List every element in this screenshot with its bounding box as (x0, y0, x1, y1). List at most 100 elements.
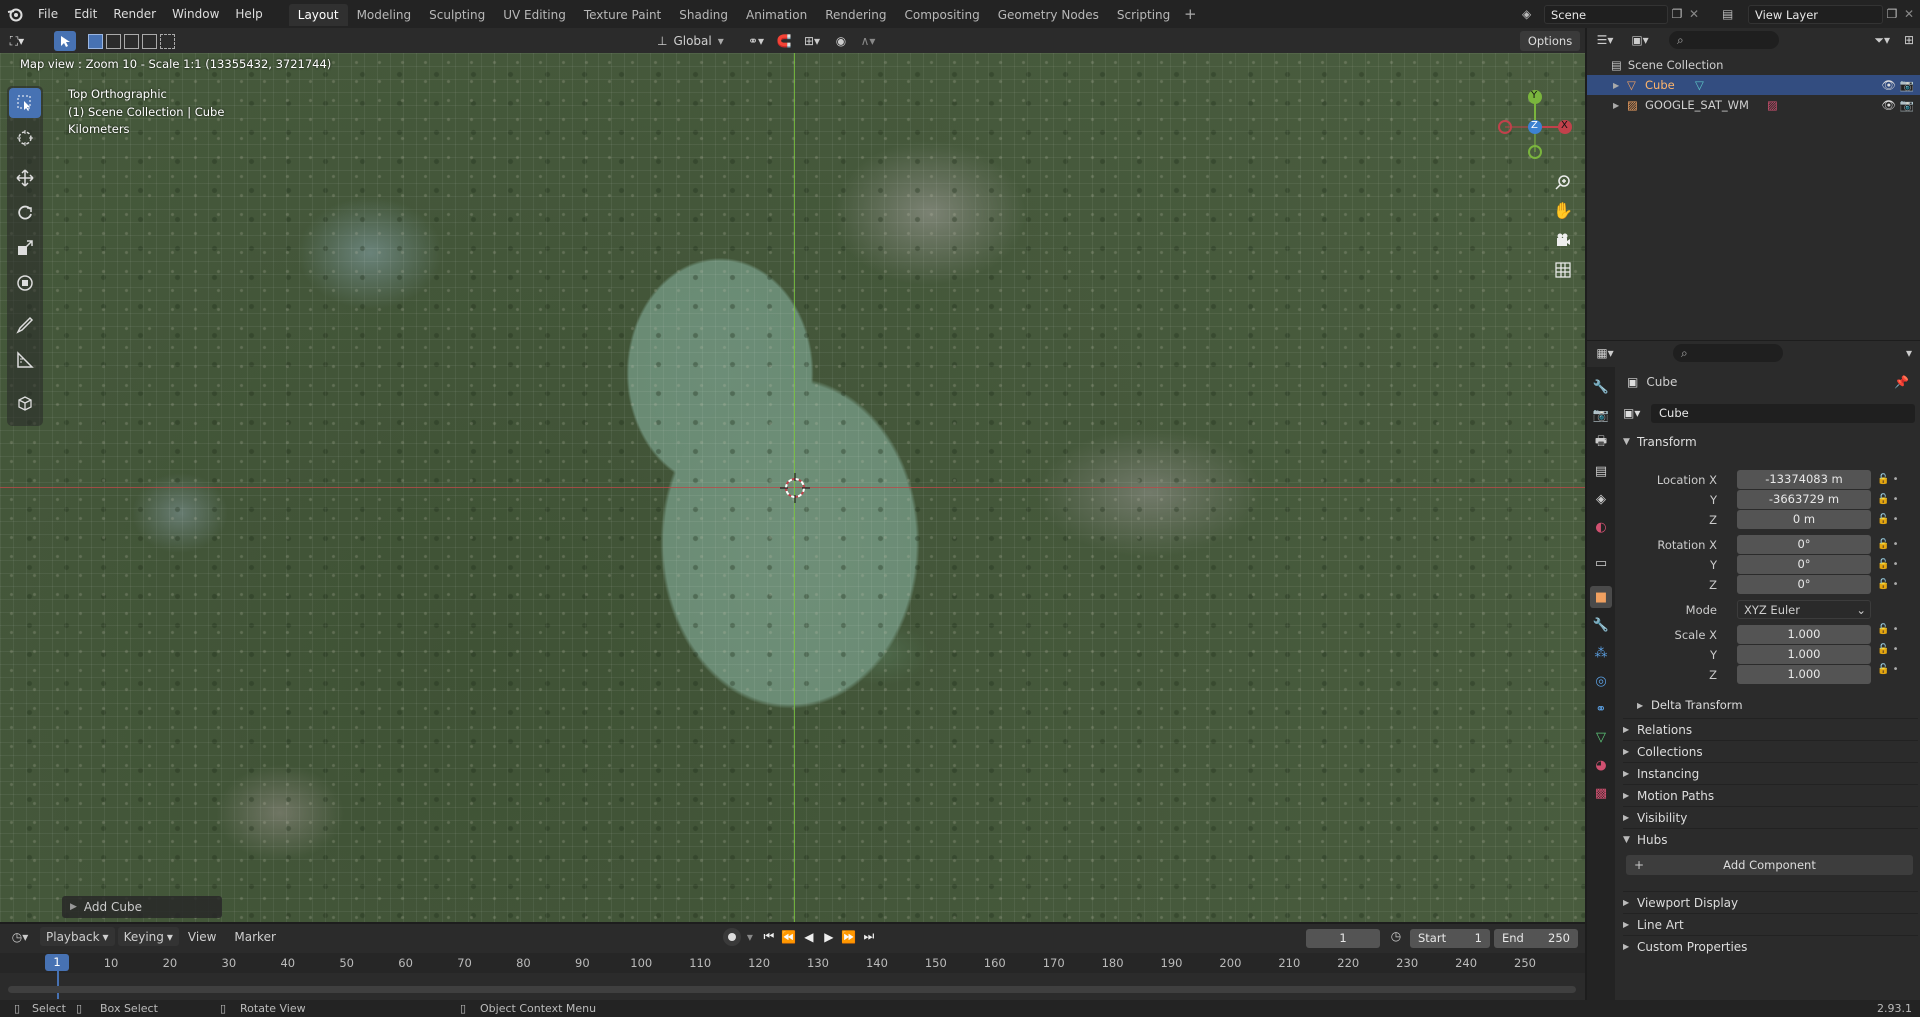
hubs-header[interactable]: ▼ Hubs (1623, 828, 1918, 850)
outliner-item-google-sat[interactable]: ▶ ▨ GOOGLE_SAT_WM ▨ 👁 📷 (1587, 95, 1920, 115)
lock-icon[interactable]: 🔓 • (1877, 555, 1917, 575)
location-z-field[interactable]: 0 m (1737, 510, 1871, 529)
output-tab-icon[interactable]: 🖶 (1590, 432, 1612, 454)
instancing-header[interactable]: ▶ Instancing (1623, 762, 1918, 784)
constraints-tab-icon[interactable]: ⚭ (1590, 698, 1612, 720)
tab-sculpting[interactable]: Sculpting (420, 4, 494, 26)
lock-icon[interactable]: 🔓 • (1877, 640, 1917, 660)
jump-end-icon[interactable]: ⏭ (859, 929, 879, 944)
lock-icon[interactable]: 🔓 • (1877, 620, 1917, 640)
lock-icon[interactable]: 🔓 • (1877, 535, 1917, 555)
zoom-icon[interactable] (1550, 169, 1576, 195)
annotate-tool-icon[interactable] (9, 310, 41, 340)
options-button[interactable]: Options (1520, 31, 1580, 51)
tab-modeling[interactable]: Modeling (348, 4, 421, 26)
viewport-display-header[interactable]: ▶ Viewport Display (1623, 891, 1918, 913)
keying-menu[interactable]: Keying ▾ (117, 927, 179, 946)
scale-z-field[interactable]: 1.000 (1737, 665, 1871, 684)
object-name-input[interactable]: Cube (1651, 403, 1915, 423)
playback-menu[interactable]: Playback ▾ (40, 927, 115, 946)
box-select-mode-icons[interactable] (88, 33, 175, 49)
menu-help[interactable]: Help (227, 0, 270, 28)
datablock-browse-icon[interactable]: ▣▾ (1623, 406, 1651, 420)
timeline-scrollbar[interactable] (8, 986, 1576, 993)
menu-edit[interactable]: Edit (66, 0, 105, 28)
tab-texture-paint[interactable]: Texture Paint (575, 4, 670, 26)
lock-icon[interactable]: 🔓 • (1877, 490, 1917, 510)
render-camera-icon[interactable]: 📷 (1900, 98, 1914, 112)
custom-properties-header[interactable]: ▶ Custom Properties (1623, 935, 1918, 957)
menu-window[interactable]: Window (164, 0, 227, 28)
material-tab-icon[interactable]: ◕ (1590, 754, 1612, 776)
3d-viewport[interactable]: Map view : Zoom 10 - Scale 1:1 (13355432… (0, 53, 1585, 922)
line-art-header[interactable]: ▶ Line Art (1623, 913, 1918, 935)
scale-tool-icon[interactable] (9, 233, 41, 263)
lock-icon[interactable]: 🔓 • (1877, 575, 1917, 595)
outliner-search-input[interactable]: ⌕ (1669, 31, 1779, 49)
select-box-tool-icon[interactable] (9, 88, 41, 118)
blender-logo-icon[interactable] (0, 0, 30, 28)
move-tool-icon[interactable] (9, 163, 41, 193)
expand-arrow-icon[interactable]: ▶ (1613, 101, 1627, 110)
auto-key-chevron-icon[interactable]: ▾ (741, 930, 759, 944)
tab-animation[interactable]: Animation (737, 4, 816, 26)
snap-target-icon[interactable]: ⊞▾ (795, 34, 829, 48)
texture-tab-icon[interactable]: ▩ (1590, 782, 1612, 804)
transform-tool-icon[interactable] (9, 268, 41, 298)
scale-x-field[interactable]: 1.000 (1737, 625, 1871, 644)
view-layer-selector[interactable]: ▤ View Layer ❐ ✕ (1722, 3, 1917, 25)
orientation-dropdown[interactable]: ⊥ Global ▾ (657, 34, 739, 48)
tab-geometry-nodes[interactable]: Geometry Nodes (989, 4, 1108, 26)
close-scene-icon[interactable]: ✕ (1686, 7, 1702, 21)
record-icon[interactable] (722, 927, 741, 946)
outliner-editor-icon[interactable]: ☰▾ (1587, 33, 1623, 47)
delta-transform-header[interactable]: ▶ Delta Transform (1623, 694, 1918, 716)
scale-y-field[interactable]: 1.000 (1737, 645, 1871, 664)
playhead-frame[interactable]: 1 (45, 954, 69, 971)
copy-scene-icon[interactable]: ❐ (1668, 7, 1686, 21)
tab-rendering[interactable]: Rendering (816, 4, 895, 26)
chevron-down-icon[interactable]: ▾ (1906, 346, 1912, 360)
pivot-icon[interactable]: ⚭▾ (739, 34, 773, 48)
3d-cursor[interactable] (780, 473, 810, 503)
location-x-field[interactable]: -13374083 m (1737, 470, 1871, 489)
outliner-item-cube[interactable]: ▶ ▽ Cube ▽ 👁 📷 (1587, 75, 1920, 95)
add-workspace-icon[interactable]: + (1179, 5, 1201, 23)
prev-keyframe-icon[interactable]: ⏪ (779, 930, 799, 944)
select-mode-icon[interactable] (54, 31, 76, 51)
marker-menu[interactable]: Marker (225, 930, 284, 944)
camera-view-icon[interactable] (1550, 227, 1576, 253)
falloff-icon[interactable]: ∧▾ (853, 34, 883, 48)
next-keyframe-icon[interactable]: ⏩ (839, 930, 859, 944)
view-menu[interactable]: View (179, 930, 225, 944)
editor-type-icon[interactable]: ⛶▾ (0, 34, 34, 49)
filter-icon[interactable]: ⏷▾ (1874, 33, 1890, 48)
rotation-mode-dropdown[interactable]: XYZ Euler ⌄ (1737, 600, 1871, 619)
pan-hand-icon[interactable]: ✋ (1550, 197, 1576, 223)
render-tab-icon[interactable]: 📷 (1590, 404, 1612, 426)
cursor-tool-icon[interactable] (9, 123, 41, 153)
lock-icon[interactable]: 🔓 • (1877, 510, 1917, 530)
copy-view-layer-icon[interactable]: ❐ (1883, 7, 1901, 21)
scene-selector[interactable]: ◈ Scene ❐ ✕ (1522, 3, 1702, 25)
motion-paths-header[interactable]: ▶ Motion Paths (1623, 784, 1918, 806)
scene-collection-row[interactable]: ▤ Scene Collection (1587, 55, 1920, 75)
add-component-button[interactable]: + Add Component (1626, 855, 1913, 875)
snap-icon[interactable]: 🧲 (773, 34, 795, 48)
menu-file[interactable]: File (30, 0, 66, 28)
tab-shading[interactable]: Shading (670, 4, 737, 26)
new-collection-icon[interactable]: ⊞ (1904, 33, 1914, 47)
navigation-gizmo[interactable]: Y X Z (1495, 87, 1575, 167)
data-tab-icon[interactable]: ▽ (1590, 726, 1612, 748)
expand-arrow-icon[interactable]: ▶ (1613, 81, 1627, 90)
clock-editor-icon[interactable]: ◷▾ (0, 930, 40, 944)
rotation-x-field[interactable]: 0° (1737, 535, 1871, 554)
ortho-grid-icon[interactable] (1550, 257, 1576, 283)
rotation-z-field[interactable]: 0° (1737, 575, 1871, 594)
visibility-header[interactable]: ▶ Visibility (1623, 806, 1918, 828)
render-camera-icon[interactable]: 📷 (1900, 78, 1914, 92)
pin-icon[interactable]: 📌 (1894, 375, 1909, 389)
tab-layout[interactable]: Layout (288, 4, 348, 26)
jump-start-icon[interactable]: ⏮ (759, 929, 779, 944)
proportional-edit-icon[interactable]: ◉ (829, 34, 853, 48)
